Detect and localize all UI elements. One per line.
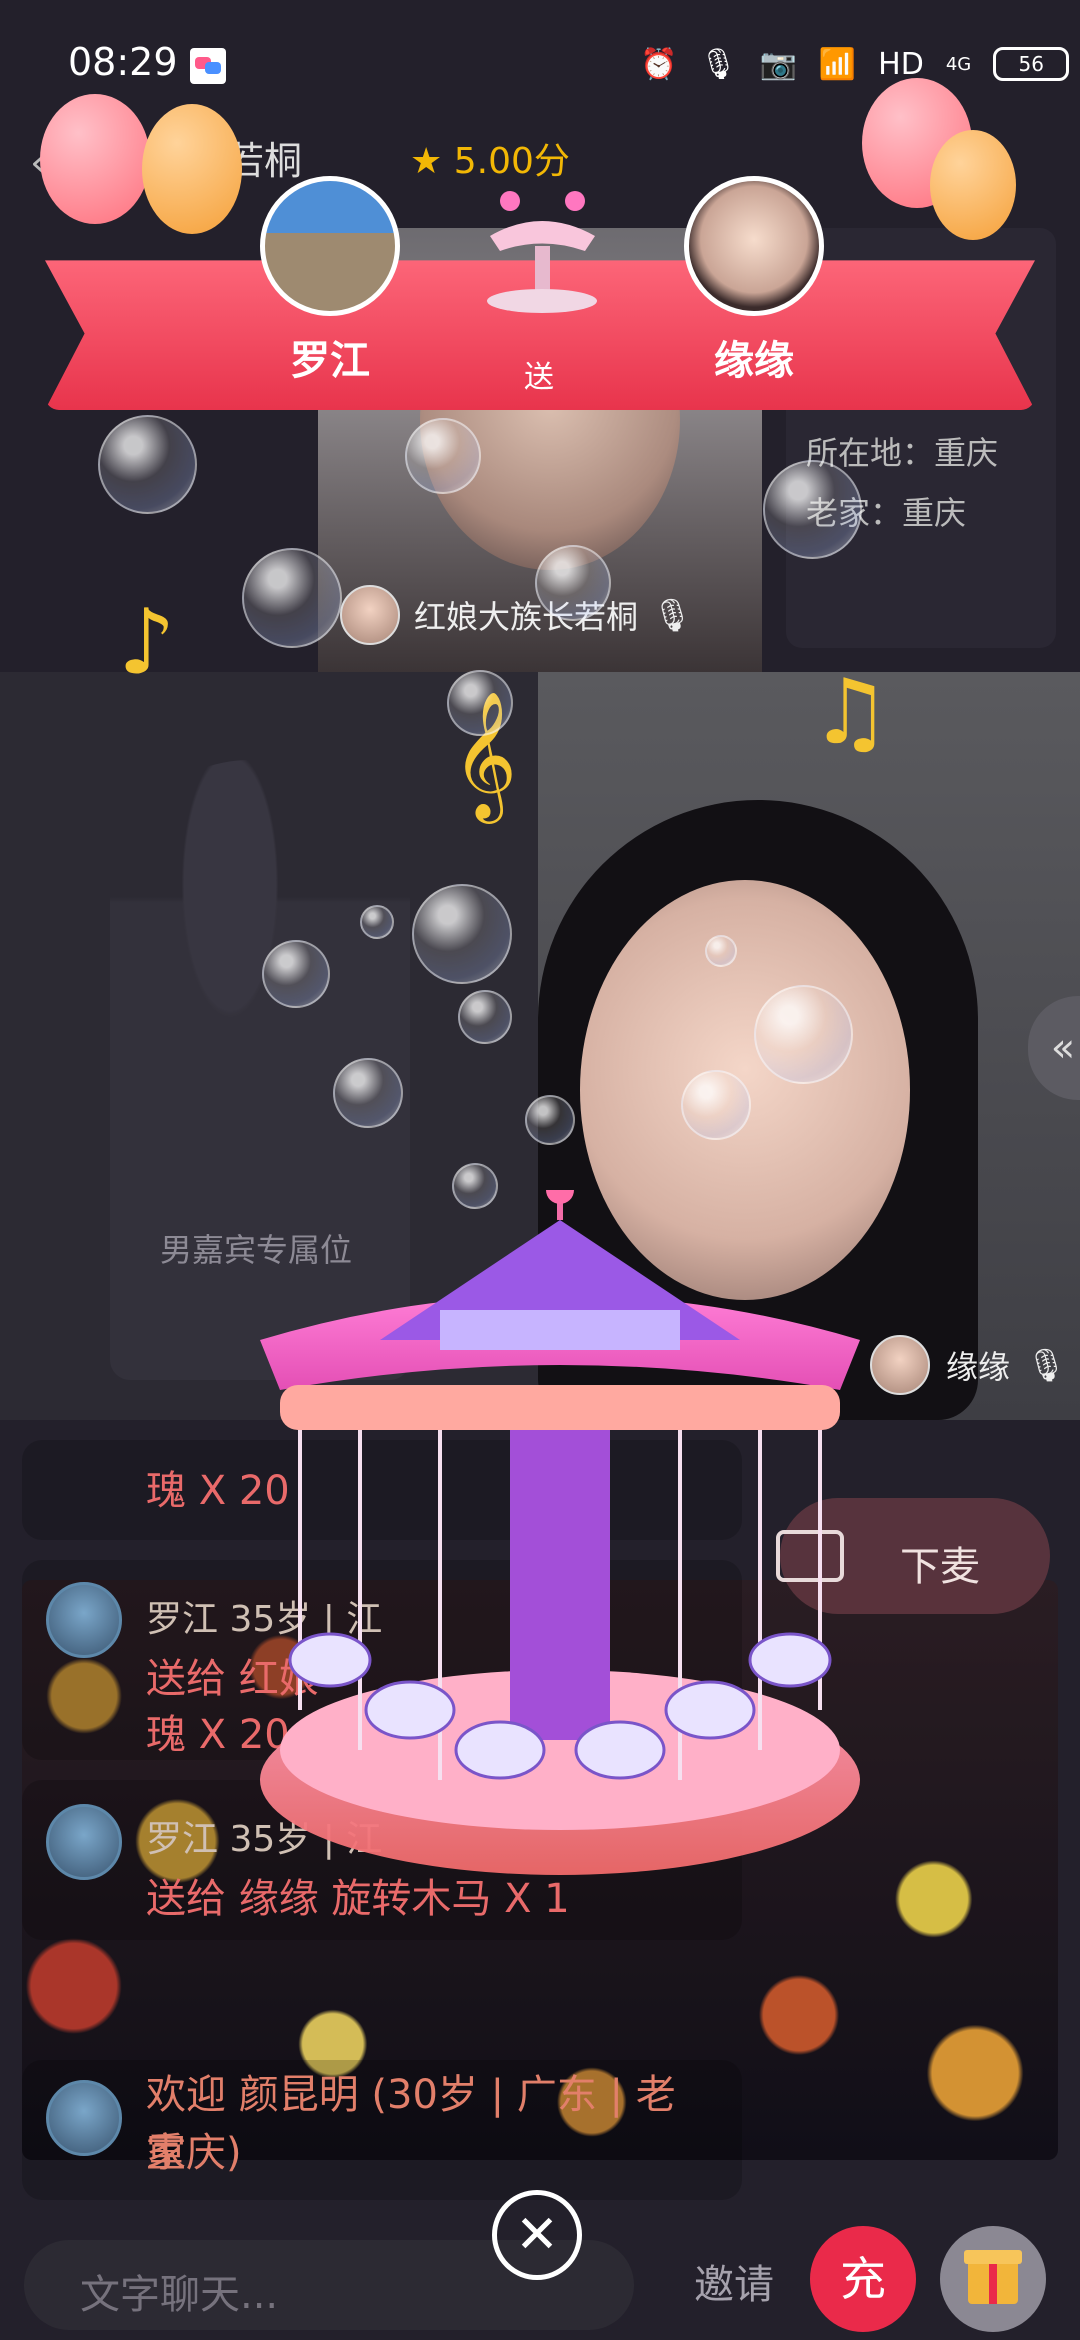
- status-time: 08:29: [68, 40, 178, 84]
- bubble-effect: [405, 418, 481, 494]
- receiver-avatar[interactable]: [684, 176, 824, 316]
- bubble-effect: [705, 935, 737, 967]
- balloon-decoration: [40, 94, 150, 224]
- chat-message: 重庆): [146, 2130, 242, 2176]
- bubble-effect: [242, 548, 342, 648]
- bubble-effect: [525, 1095, 575, 1145]
- bubble-effect: [333, 1058, 403, 1128]
- rating-value: 5.00分: [453, 141, 570, 182]
- gift-button[interactable]: [940, 2226, 1046, 2332]
- bubble-effect: [360, 905, 394, 939]
- chat-avatar[interactable]: [46, 2080, 122, 2156]
- carousel-gift-animation: [260, 1190, 860, 1875]
- bubble-effect: [452, 1163, 498, 1209]
- mic-small-icon: 🎙: [1026, 1346, 1067, 1384]
- chat-avatar[interactable]: [46, 1804, 122, 1880]
- gift-carousel-icon: [487, 191, 597, 313]
- chat-avatar[interactable]: [46, 1582, 122, 1658]
- gift-icon: [964, 2250, 1022, 2304]
- female-name: 缘缘: [946, 1348, 1011, 1386]
- host-rating: ★ 5.00分: [410, 132, 570, 184]
- bubble-effect: [535, 545, 611, 621]
- app-notification-icon: [190, 48, 226, 84]
- music-note-icon: ♫: [810, 660, 891, 765]
- bubble-effect: [681, 1070, 751, 1140]
- bubble-effect: [447, 670, 513, 736]
- balloon-decoration: [142, 104, 242, 234]
- mic-icon: 🎙: [699, 46, 738, 82]
- recharge-button[interactable]: 充: [810, 2226, 916, 2332]
- sender-name: 罗江: [290, 338, 370, 384]
- close-icon[interactable]: ✕: [492, 2190, 582, 2280]
- leave-mic-label: 下麦: [900, 1544, 980, 1590]
- mic-small-icon: 🎙: [652, 596, 693, 634]
- female-label: 缘缘 🎙: [870, 1335, 1067, 1395]
- home-indicator: [0, 2330, 1080, 2340]
- bubble-effect: [754, 985, 853, 1084]
- invite-button[interactable]: 邀请: [694, 2252, 774, 2310]
- camera-icon: 📷: [759, 46, 797, 82]
- chat-input-placeholder: 文字聊天...: [80, 2272, 279, 2318]
- status-icons: ⏰ 🎙 📷 📶 HD 4G 56: [640, 44, 1070, 84]
- bubble-effect: [458, 990, 512, 1044]
- receiver-name: 缘缘: [714, 338, 794, 384]
- star-icon: ★: [410, 141, 454, 182]
- music-note-icon: ♪: [118, 590, 176, 695]
- sender-avatar[interactable]: [260, 176, 400, 316]
- balloon-decoration: [930, 130, 1016, 240]
- bubble-effect: [98, 415, 197, 514]
- bubble-effect: [412, 884, 512, 984]
- chat-item: 欢迎 颜昆明 (30岁 | 广东 | 老家 重庆): [22, 2060, 742, 2200]
- host-avatar: [340, 585, 400, 645]
- signal-icon: 4G: [945, 53, 972, 75]
- send-label: 送: [524, 360, 554, 395]
- battery-icon: 56: [993, 47, 1070, 81]
- bubble-effect: [262, 940, 330, 1008]
- network-label: HD: [878, 46, 924, 82]
- alarm-icon: ⏰: [640, 46, 678, 82]
- bubble-effect: [763, 460, 862, 559]
- host-label: 红娘大族长若桐 🎙: [340, 585, 693, 645]
- wifi-icon: 📶: [818, 46, 857, 82]
